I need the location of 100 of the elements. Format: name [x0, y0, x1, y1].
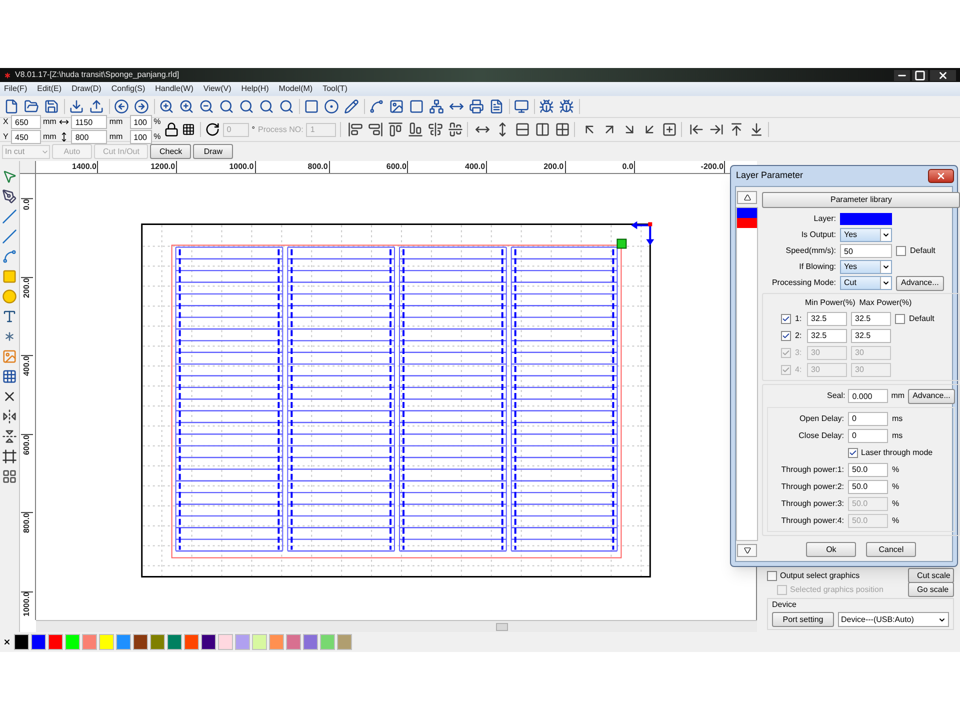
speed-field[interactable]: 50: [840, 244, 892, 258]
blowing-dropdown[interactable]: Yes: [840, 260, 892, 274]
grid-icon[interactable]: [182, 122, 197, 137]
color-swatch[interactable]: [167, 634, 182, 650]
array-icon[interactable]: [2, 469, 17, 484]
scroll-up-button[interactable]: [737, 191, 757, 204]
color-swatch[interactable]: [218, 634, 233, 650]
through-power-field[interactable]: 50.0: [848, 480, 888, 494]
layer-swatch[interactable]: [737, 218, 757, 228]
checkbox[interactable]: [896, 246, 906, 256]
dot-icon[interactable]: [324, 99, 339, 114]
align-top-icon[interactable]: [388, 122, 404, 137]
go-scale-button[interactable]: Go scale: [908, 582, 954, 597]
curve-icon[interactable]: [369, 99, 384, 114]
menu-item[interactable]: Model(M): [278, 83, 313, 95]
checkbox[interactable]: [781, 314, 791, 324]
arrow-down-line-icon[interactable]: [749, 122, 764, 137]
color-swatch[interactable]: [99, 634, 114, 650]
rectangle-icon[interactable]: [2, 269, 17, 284]
height-field[interactable]: 800: [71, 130, 108, 144]
x-position-field[interactable]: 650: [11, 115, 41, 129]
new-file-icon[interactable]: [4, 99, 19, 114]
pen-tool-icon[interactable]: [2, 189, 17, 204]
grid-icon[interactable]: [555, 122, 570, 137]
device-dropdown[interactable]: Device---(USB:Auto): [838, 612, 949, 627]
color-swatch[interactable]: [337, 634, 352, 650]
checkbox[interactable]: [781, 330, 791, 340]
checkbox[interactable]: [777, 584, 787, 594]
zoom-out-icon[interactable]: [199, 99, 214, 114]
color-swatch[interactable]: [201, 634, 216, 650]
frame-icon[interactable]: [2, 449, 17, 464]
color-swatch[interactable]: [48, 634, 63, 650]
mirror-vertical-icon[interactable]: [2, 429, 17, 444]
search-icon[interactable]: [239, 99, 254, 114]
import-icon[interactable]: [69, 99, 84, 114]
menu-item[interactable]: View(V): [203, 83, 232, 95]
checkbox[interactable]: [767, 570, 777, 580]
menu-item[interactable]: Config(S): [111, 83, 146, 95]
curve-icon[interactable]: [2, 249, 17, 264]
min-power-field[interactable]: 32.5: [807, 328, 847, 342]
color-swatch[interactable]: [286, 634, 301, 650]
arrow-right-line-icon[interactable]: [709, 122, 724, 137]
lock-icon[interactable]: [164, 122, 179, 137]
checkbox[interactable]: [895, 314, 905, 324]
max-power-field[interactable]: 32.5: [851, 312, 891, 326]
menu-item[interactable]: File(F): [4, 83, 28, 95]
delete-icon[interactable]: [2, 389, 17, 404]
square-plus-icon[interactable]: [662, 122, 678, 137]
save-icon[interactable]: [44, 99, 59, 114]
center-vertical-icon[interactable]: [428, 122, 444, 137]
max-power-field[interactable]: 32.5: [851, 328, 891, 342]
minimize-icon[interactable]: [894, 70, 910, 80]
pencil-icon[interactable]: [344, 99, 359, 114]
printer-icon[interactable]: [469, 99, 484, 114]
select-arrow-icon[interactable]: [2, 169, 17, 184]
frame-icon[interactable]: [304, 99, 319, 114]
horizontal-scrollbar[interactable]: [36, 620, 757, 632]
document-icon[interactable]: [489, 99, 504, 114]
cut-scale-button[interactable]: Cut scale: [908, 568, 954, 583]
is-output-dropdown[interactable]: Yes: [840, 228, 892, 242]
close-palette-icon[interactable]: [3, 638, 11, 646]
scale-y-field[interactable]: 100: [130, 130, 152, 144]
through-power-field[interactable]: 50.0: [848, 462, 888, 476]
export-icon[interactable]: [89, 99, 104, 114]
close-icon[interactable]: [930, 70, 956, 80]
line-icon[interactable]: [2, 209, 17, 224]
processing-mode-dropdown[interactable]: Cut: [840, 276, 892, 290]
mirror-horizontal-icon[interactable]: [2, 409, 17, 424]
monitor-icon[interactable]: [514, 99, 529, 114]
color-swatch[interactable]: [320, 634, 335, 650]
scroll-down-button[interactable]: [737, 544, 757, 557]
open-folder-icon[interactable]: [24, 99, 39, 114]
grid-icon[interactable]: [2, 369, 17, 384]
min-power-field[interactable]: 32.5: [807, 312, 847, 326]
color-swatch[interactable]: [65, 634, 80, 650]
square-icon[interactable]: [409, 99, 424, 114]
bug-icon[interactable]: [539, 99, 554, 114]
menu-item[interactable]: Edit(E): [37, 83, 62, 95]
color-swatch[interactable]: [303, 634, 318, 650]
close-delay-field[interactable]: 0: [848, 428, 888, 442]
ellipse-icon[interactable]: [2, 289, 17, 304]
scale-x-field[interactable]: 100: [130, 115, 152, 129]
color-swatch[interactable]: [14, 634, 29, 650]
zoom-in-icon[interactable]: [159, 99, 174, 114]
columns-icon[interactable]: [535, 122, 550, 137]
maximize-icon[interactable]: [912, 70, 928, 80]
close-button[interactable]: [928, 169, 954, 183]
text-icon[interactable]: [2, 309, 17, 324]
scrollbar-thumb[interactable]: [496, 622, 508, 630]
advance-button[interactable]: Advance...: [908, 388, 956, 404]
menu-item[interactable]: Handle(W): [155, 83, 194, 95]
arrow-up-line-icon[interactable]: [729, 122, 744, 137]
color-swatch[interactable]: [184, 634, 199, 650]
picture-icon[interactable]: [389, 99, 404, 114]
width-field[interactable]: 1150: [71, 115, 108, 129]
color-swatch[interactable]: [82, 634, 97, 650]
y-position-field[interactable]: 450: [11, 130, 41, 144]
arrow-left-line-icon[interactable]: [689, 122, 704, 137]
search-icon[interactable]: [259, 99, 274, 114]
parameter-library-button[interactable]: Parameter library: [762, 192, 960, 208]
